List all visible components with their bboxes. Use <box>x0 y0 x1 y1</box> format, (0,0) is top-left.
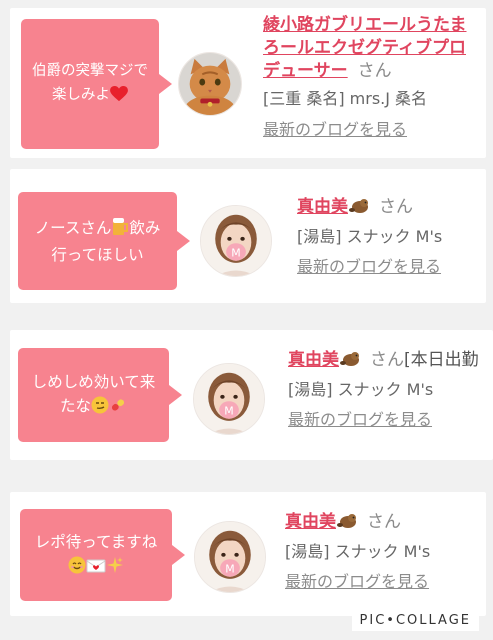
comment-bubble: レポ待ってますね <box>20 509 185 601</box>
blogger-info: 真由美 さん [湯島] スナック M's 最新のブログを見る <box>297 195 442 278</box>
comment-text: 伯爵の突撃マジで 楽しみよ <box>32 59 148 110</box>
honorific: さん <box>370 350 404 370</box>
heart-icon <box>110 85 128 110</box>
avatar[interactable] <box>178 52 242 116</box>
pic-collage-watermark: PIC•COLLAGE <box>351 610 479 631</box>
beaver-icon <box>349 196 369 214</box>
comment-card: しめしめ効いて来 たな M 真由美 さん[本日出勤 [湯島] スナック M's 最… <box>10 330 493 460</box>
beaver-icon <box>337 511 357 529</box>
avatar[interactable]: M <box>193 363 265 435</box>
cat-icon <box>179 53 241 115</box>
love-letter-icon <box>86 557 106 581</box>
blogger-info: 綾小路ガブリエールうたまろールエクゼグティブプロデューサー さん [三重 桑名] … <box>263 14 468 141</box>
honorific: さん <box>367 512 401 532</box>
honorific: さん <box>357 61 392 81</box>
svg-text:M: M <box>224 404 233 417</box>
shop-label: [湯島] スナック M's <box>288 380 434 399</box>
woman-icon: M <box>194 364 264 434</box>
sparkles-icon <box>106 556 124 581</box>
smile-icon <box>68 556 86 581</box>
shop-label: [湯島] スナック M's <box>285 542 431 561</box>
comment-card: ノースさん 飲み 行ってほしい M 真由美 さん [湯島] スナック M's 最新の… <box>10 169 486 303</box>
woman-icon: M <box>201 206 271 276</box>
beaver-icon <box>340 349 360 367</box>
comment-card: 伯爵の突撃マジで 楽しみよ 綾小路ガブリエールうたまろールエクゼグティブプロデュ… <box>10 8 486 158</box>
comment-bubble: しめしめ効いて来 たな <box>18 348 182 442</box>
pill-icon <box>109 396 127 421</box>
avatar[interactable]: M <box>200 205 272 277</box>
svg-text:M: M <box>231 246 240 259</box>
avatar[interactable]: M <box>194 521 266 593</box>
blogger-name-link[interactable]: 真由美 <box>288 350 339 370</box>
name-line: 真由美 さん <box>285 510 430 535</box>
latest-blog-link[interactable]: 最新のブログを見る <box>285 571 429 593</box>
blogger-info: 真由美 さん[本日出勤 [湯島] スナック M's 最新のブログを見る <box>288 348 479 431</box>
name-line: 真由美 さん <box>297 195 442 220</box>
svg-text:M: M <box>225 562 234 575</box>
comment-bubble: ノースさん 飲み 行ってほしい <box>18 192 190 290</box>
latest-blog-link[interactable]: 最新のブログを見る <box>297 256 441 278</box>
beer-icon <box>111 216 129 243</box>
smirk-icon <box>91 396 109 421</box>
comment-text: しめしめ効いて来 たな <box>32 370 156 421</box>
shop-label: [湯島] スナック M's <box>297 227 443 246</box>
latest-blog-link[interactable]: 最新のブログを見る <box>263 119 407 141</box>
comment-text: ノースさん 飲み 行ってほしい <box>35 216 160 267</box>
latest-blog-link[interactable]: 最新のブログを見る <box>288 409 432 431</box>
comment-bubble: 伯爵の突撃マジで 楽しみよ <box>21 19 172 149</box>
comment-card: レポ待ってますね M 真由美 さん [湯島] スナック M's 最新のブログを見る <box>10 492 486 616</box>
comment-text: レポ待ってますね <box>35 530 157 581</box>
shop-label: [三重 桑名] mrs.J 桑名 <box>263 89 428 108</box>
woman-icon: M <box>195 522 265 592</box>
status-text: [本日出勤 <box>404 350 479 370</box>
name-line: 綾小路ガブリエールうたまろールエクゼグティブプロデューサー さん <box>263 14 468 83</box>
blogger-name-link[interactable]: 真由美 <box>297 197 348 217</box>
name-line: 真由美 さん[本日出勤 <box>288 348 479 373</box>
blogger-name-link[interactable]: 真由美 <box>285 512 336 532</box>
honorific: さん <box>379 197 413 217</box>
blogger-info: 真由美 さん [湯島] スナック M's 最新のブログを見る <box>285 510 430 593</box>
